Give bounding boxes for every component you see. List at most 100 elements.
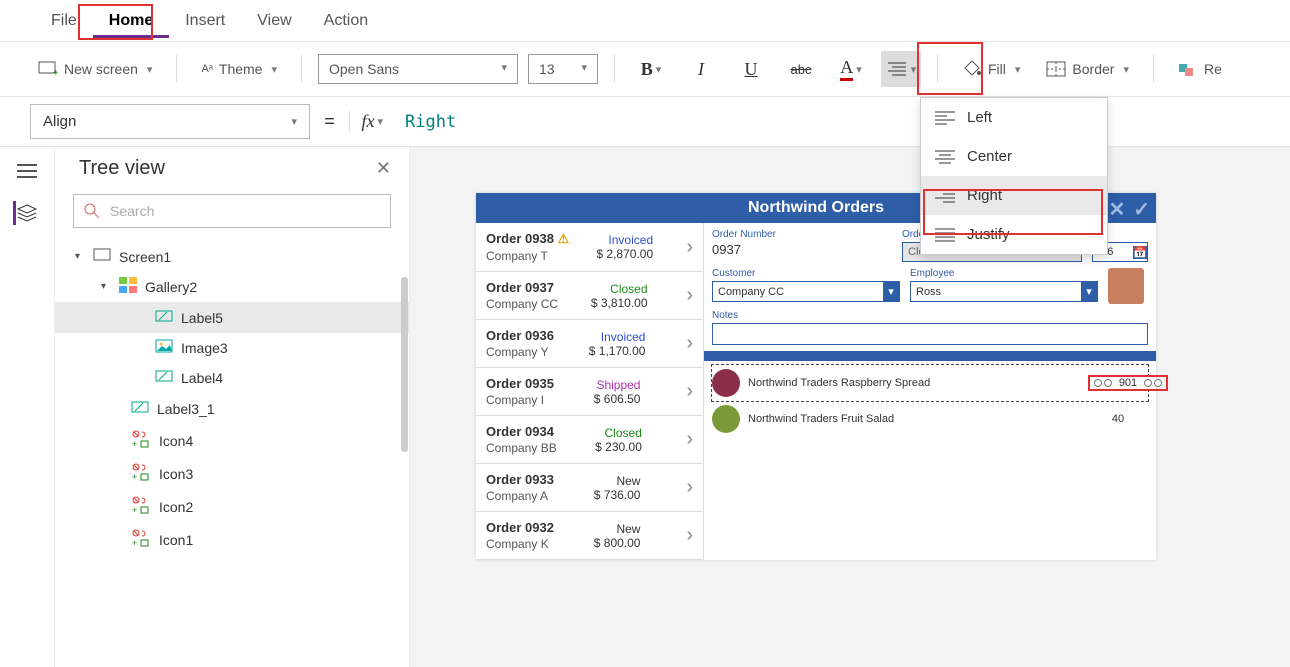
menu-home[interactable]: Home bbox=[93, 4, 169, 38]
order-row[interactable]: Order 0938 ⚠Company TInvoiced$ 2,870.00› bbox=[476, 223, 703, 272]
customer-field[interactable]: Company CC▾ bbox=[712, 281, 900, 302]
menu-view[interactable]: View bbox=[241, 4, 307, 38]
chevron-down-icon: ▾ bbox=[883, 282, 899, 301]
svg-text:+: + bbox=[132, 472, 137, 481]
menu-action[interactable]: Action bbox=[308, 4, 384, 38]
tree-node-icon3[interactable]: +Icon3 bbox=[55, 457, 409, 490]
label-icon bbox=[155, 368, 173, 387]
svg-text:+: + bbox=[132, 439, 137, 448]
tree-node-label4[interactable]: Label4 bbox=[55, 362, 409, 393]
label-icon bbox=[131, 399, 149, 418]
icons-icon: + bbox=[131, 496, 151, 517]
expand-icon[interactable]: ▾ bbox=[75, 251, 85, 262]
tree-view-tab[interactable] bbox=[13, 201, 41, 225]
scrollbar-thumb[interactable] bbox=[401, 277, 408, 452]
font-select[interactable]: Open Sans▾ bbox=[318, 54, 518, 84]
formula-input[interactable]: Right bbox=[395, 112, 456, 132]
separator bbox=[937, 55, 938, 83]
product-row[interactable]: Northwind Traders Fruit Salad 40 bbox=[712, 401, 1148, 437]
equals-sign: = bbox=[310, 111, 349, 132]
font-size-select[interactable]: 13▾ bbox=[528, 54, 598, 84]
italic-button[interactable]: I bbox=[681, 51, 721, 87]
theme-button[interactable]: Aᵃ Theme▾ bbox=[193, 57, 285, 81]
chevron-down-icon[interactable]: ▾ bbox=[378, 115, 384, 128]
reorder-button[interactable]: Re bbox=[1170, 57, 1230, 81]
chevron-right-icon[interactable]: › bbox=[680, 380, 693, 403]
order-row[interactable]: Order 0932Company KNew$ 800.00› bbox=[476, 512, 703, 560]
bold-button[interactable]: B▾ bbox=[631, 51, 671, 87]
qty-selected[interactable]: 901 bbox=[1088, 375, 1168, 391]
icons-icon: + bbox=[131, 529, 151, 550]
align-right-item[interactable]: Right bbox=[921, 176, 1107, 215]
order-row[interactable]: Order 0937Company CCClosed$ 3,810.00› bbox=[476, 272, 703, 320]
align-justify-item[interactable]: Justify bbox=[921, 215, 1107, 254]
tree-node-label: Label5 bbox=[181, 310, 223, 326]
theme-label: Theme bbox=[219, 61, 263, 77]
screen-icon bbox=[93, 248, 111, 265]
order-row[interactable]: Order 0934Company BBClosed$ 230.00› bbox=[476, 416, 703, 464]
tree: ▾ Screen1 ▾Gallery2 Label5 Image3 Label4 Label… bbox=[55, 236, 409, 667]
tree-title: Tree view bbox=[79, 157, 165, 180]
font-color-button[interactable]: A▾ bbox=[831, 51, 871, 87]
product-row[interactable]: Northwind Traders Raspberry Spread901 bbox=[712, 365, 1148, 401]
order-amount: $ 606.50 bbox=[594, 392, 641, 406]
chevron-right-icon[interactable]: › bbox=[680, 332, 693, 355]
chevron-right-icon[interactable]: › bbox=[680, 428, 693, 451]
order-row[interactable]: Order 0936Company YInvoiced$ 1,170.00› bbox=[476, 320, 703, 368]
tree-node-screen1[interactable]: ▾ Screen1 bbox=[55, 242, 409, 271]
chevron-right-icon[interactable]: › bbox=[680, 524, 693, 547]
employee-label: Employee bbox=[910, 268, 1098, 279]
accept-icon[interactable]: ✓ bbox=[1133, 197, 1150, 222]
tree-node-label5[interactable]: Label5 bbox=[55, 302, 409, 333]
order-amount: $ 800.00 bbox=[594, 536, 641, 550]
underline-button[interactable]: U bbox=[731, 51, 771, 87]
hamburger-button[interactable] bbox=[13, 159, 41, 183]
order-number: Order 0937 bbox=[486, 280, 558, 295]
product-name: Northwind Traders Fruit Salad bbox=[748, 413, 1080, 425]
tree-node-label3_1[interactable]: Label3_1 bbox=[55, 393, 409, 424]
company-name: Company BB bbox=[486, 441, 557, 455]
order-row[interactable]: Order 0933Company ANew$ 736.00› bbox=[476, 464, 703, 512]
tree-node-label: Icon4 bbox=[159, 433, 193, 449]
menu-file[interactable]: File bbox=[35, 4, 93, 38]
cancel-icon[interactable]: ✕ bbox=[1108, 197, 1125, 222]
close-icon[interactable]: ✕ bbox=[376, 158, 391, 179]
expand-icon[interactable]: ▾ bbox=[101, 281, 111, 292]
icons-icon: + bbox=[131, 430, 151, 451]
order-number: Order 0936 bbox=[486, 328, 554, 343]
tree-node-label: Image3 bbox=[181, 340, 228, 356]
tree-search-input[interactable]: Search bbox=[73, 194, 391, 228]
menu-insert[interactable]: Insert bbox=[169, 4, 241, 38]
tree-node-icon2[interactable]: +Icon2 bbox=[55, 490, 409, 523]
tree-node-image3[interactable]: Image3 bbox=[55, 333, 409, 362]
chevron-right-icon[interactable]: › bbox=[680, 284, 693, 307]
strikethrough-button[interactable]: abc bbox=[781, 51, 821, 87]
separator bbox=[1153, 55, 1154, 83]
align-button[interactable]: ▾ bbox=[881, 51, 921, 87]
fill-label: Fill bbox=[988, 61, 1006, 77]
theme-icon: Aᵃ bbox=[201, 63, 212, 75]
tree-node-gallery2[interactable]: ▾Gallery2 bbox=[55, 271, 409, 302]
order-row[interactable]: Order 0935Company IShipped$ 606.50› bbox=[476, 368, 703, 416]
align-left-item[interactable]: Left bbox=[921, 98, 1107, 137]
border-button[interactable]: Border▾ bbox=[1038, 57, 1137, 81]
fill-button[interactable]: Fill ▾ bbox=[954, 56, 1028, 82]
notes-field[interactable] bbox=[712, 323, 1148, 345]
chevron-down-icon: ▾ bbox=[1123, 63, 1129, 76]
new-screen-button[interactable]: + New screen▾ bbox=[30, 57, 160, 81]
order-amount: $ 3,810.00 bbox=[591, 296, 648, 310]
chevron-down-icon: ▾ bbox=[1015, 63, 1021, 76]
employee-field[interactable]: Ross▾ bbox=[910, 281, 1098, 302]
tree-node-label: Screen1 bbox=[119, 249, 171, 265]
search-icon bbox=[84, 203, 100, 219]
fx-icon: fx bbox=[362, 111, 375, 132]
align-center-item[interactable]: Center bbox=[921, 137, 1107, 176]
tree-node-icon1[interactable]: +Icon1 bbox=[55, 523, 409, 556]
tree-node-icon4[interactable]: + Icon4 bbox=[55, 424, 409, 457]
chevron-right-icon[interactable]: › bbox=[680, 236, 693, 259]
tree-node-label: Label3_1 bbox=[157, 401, 215, 417]
product-qty: 40 bbox=[1112, 413, 1124, 425]
chevron-right-icon[interactable]: › bbox=[680, 476, 693, 499]
property-select[interactable]: Align ▾ bbox=[30, 104, 310, 139]
chevron-down-icon: ▾ bbox=[656, 63, 662, 76]
